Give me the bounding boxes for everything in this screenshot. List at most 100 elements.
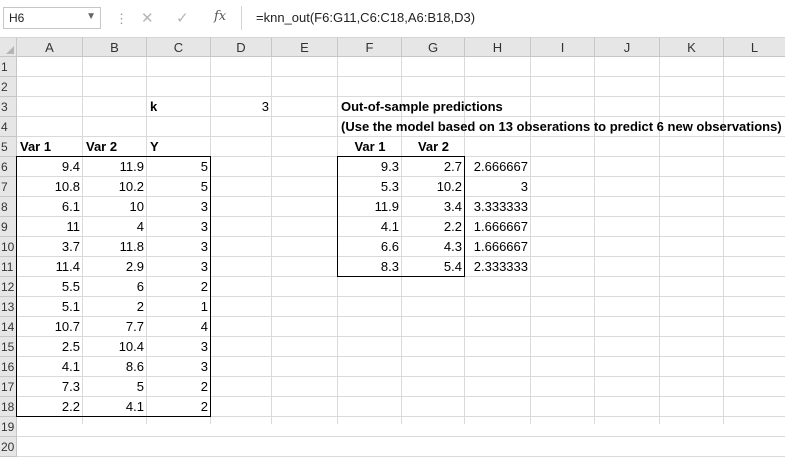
- enter-icon[interactable]: ✓: [176, 9, 189, 27]
- prediction-header-2[interactable]: Var 2: [402, 137, 465, 157]
- training-cell[interactable]: 2: [147, 397, 211, 417]
- training-cell[interactable]: 2: [147, 277, 211, 297]
- cell-d3-k-value[interactable]: 3: [211, 97, 272, 117]
- cell-c3-k-label[interactable]: k: [147, 97, 211, 117]
- column-header-h[interactable]: H: [465, 38, 531, 57]
- training-cell[interactable]: 3: [147, 237, 211, 257]
- prediction-output-cell[interactable]: 3: [465, 177, 531, 197]
- training-cell[interactable]: 2.2: [17, 397, 83, 417]
- training-cell[interactable]: 2.5: [17, 337, 83, 357]
- row-header-9[interactable]: 9: [0, 217, 17, 237]
- prediction-input-cell[interactable]: 11.9: [338, 197, 402, 217]
- row-header-16[interactable]: 16: [0, 357, 17, 377]
- row-header-1[interactable]: 1: [0, 57, 17, 77]
- cell-f3-title[interactable]: Out-of-sample predictions: [338, 97, 785, 117]
- select-all-corner[interactable]: [0, 38, 17, 57]
- training-cell[interactable]: 3: [147, 197, 211, 217]
- training-cell[interactable]: 5: [83, 377, 147, 397]
- training-cell[interactable]: 7.3: [17, 377, 83, 397]
- training-cell[interactable]: 10.8: [17, 177, 83, 197]
- prediction-output-cell[interactable]: 1.666667: [465, 237, 531, 257]
- prediction-input-cell[interactable]: 8.3: [338, 257, 402, 277]
- column-header-a[interactable]: A: [17, 38, 83, 57]
- training-cell[interactable]: 10.7: [17, 317, 83, 337]
- training-cell[interactable]: 3: [147, 337, 211, 357]
- prediction-input-cell[interactable]: 5.4: [402, 257, 465, 277]
- training-cell[interactable]: 4.1: [17, 357, 83, 377]
- training-cell[interactable]: 9.4: [17, 157, 83, 177]
- training-cell[interactable]: 11.8: [83, 237, 147, 257]
- column-header-i[interactable]: I: [531, 38, 595, 57]
- prediction-header-1[interactable]: Var 1: [338, 137, 402, 157]
- chevron-down-icon[interactable]: ▼: [86, 11, 96, 22]
- column-header-c[interactable]: C: [147, 38, 211, 57]
- training-cell[interactable]: 11: [17, 217, 83, 237]
- prediction-input-cell[interactable]: 2.7: [402, 157, 465, 177]
- prediction-input-cell[interactable]: 6.6: [338, 237, 402, 257]
- training-cell[interactable]: 3: [147, 217, 211, 237]
- training-cell[interactable]: 5.1: [17, 297, 83, 317]
- row-header-18[interactable]: 18: [0, 397, 17, 417]
- row-header-5[interactable]: 5: [0, 137, 17, 157]
- row-header-13[interactable]: 13: [0, 297, 17, 317]
- row-header-8[interactable]: 8: [0, 197, 17, 217]
- training-cell[interactable]: 4.1: [83, 397, 147, 417]
- training-cell[interactable]: 4: [147, 317, 211, 337]
- prediction-input-cell[interactable]: 10.2: [402, 177, 465, 197]
- training-header-1[interactable]: Var 1: [17, 137, 83, 157]
- row-header-7[interactable]: 7: [0, 177, 17, 197]
- prediction-output-cell[interactable]: 1.666667: [465, 217, 531, 237]
- training-cell[interactable]: 10: [83, 197, 147, 217]
- training-cell[interactable]: 5: [147, 157, 211, 177]
- row-header-15[interactable]: 15: [0, 337, 17, 357]
- training-cell[interactable]: 3.7: [17, 237, 83, 257]
- training-cell[interactable]: 2: [147, 377, 211, 397]
- training-header-3[interactable]: Y: [147, 137, 211, 157]
- column-header-k[interactable]: K: [660, 38, 724, 57]
- prediction-input-cell[interactable]: 9.3: [338, 157, 402, 177]
- column-header-d[interactable]: D: [211, 38, 272, 57]
- prediction-input-cell[interactable]: 2.2: [402, 217, 465, 237]
- row-header-2[interactable]: 2: [0, 77, 17, 97]
- training-cell[interactable]: 10.2: [83, 177, 147, 197]
- row-header-6[interactable]: 6: [0, 157, 17, 177]
- row-header-11[interactable]: 11: [0, 257, 17, 277]
- training-cell[interactable]: 5.5: [17, 277, 83, 297]
- column-header-f[interactable]: F: [338, 38, 402, 57]
- insert-function-icon[interactable]: fx: [214, 9, 226, 24]
- training-cell[interactable]: 5: [147, 177, 211, 197]
- training-cell[interactable]: 6.1: [17, 197, 83, 217]
- prediction-output-cell[interactable]: 2.333333: [465, 257, 531, 277]
- training-cell[interactable]: 1: [147, 297, 211, 317]
- training-cell[interactable]: 2.9: [83, 257, 147, 277]
- training-cell[interactable]: 11.9: [83, 157, 147, 177]
- formula-input[interactable]: =knn_out(F6:G11,C6:C18,A6:B18,D3): [241, 6, 781, 30]
- prediction-input-cell[interactable]: 4.3: [402, 237, 465, 257]
- column-header-g[interactable]: G: [402, 38, 465, 57]
- training-cell[interactable]: 10.4: [83, 337, 147, 357]
- row-header-12[interactable]: 12: [0, 277, 17, 297]
- prediction-input-cell[interactable]: 3.4: [402, 197, 465, 217]
- prediction-output-cell[interactable]: 2.666667: [465, 157, 531, 177]
- drag-handle-icon[interactable]: ⋮: [115, 11, 128, 27]
- row-header-17[interactable]: 17: [0, 377, 17, 397]
- worksheet-grid[interactable]: ABCDEFGHIJKL 1 2 3 4 5 6 7 8 9 10 11 12 13 14 15 16 17 18…: [0, 38, 785, 457]
- training-cell[interactable]: 8.6: [83, 357, 147, 377]
- row-header-14[interactable]: 14: [0, 317, 17, 337]
- prediction-output-cell[interactable]: 3.333333: [465, 197, 531, 217]
- cancel-icon[interactable]: ✕: [141, 9, 154, 27]
- row-header-20[interactable]: 20: [0, 437, 17, 457]
- training-cell[interactable]: 6: [83, 277, 147, 297]
- training-cell[interactable]: 3: [147, 257, 211, 277]
- training-cell[interactable]: 4: [83, 217, 147, 237]
- column-header-b[interactable]: B: [83, 38, 147, 57]
- column-header-j[interactable]: J: [595, 38, 660, 57]
- row-header-4[interactable]: 4: [0, 117, 17, 137]
- training-cell[interactable]: 2: [83, 297, 147, 317]
- training-cell[interactable]: 3: [147, 357, 211, 377]
- prediction-input-cell[interactable]: 4.1: [338, 217, 402, 237]
- row-header-19[interactable]: 19: [0, 417, 17, 437]
- training-cell[interactable]: 7.7: [83, 317, 147, 337]
- row-header-10[interactable]: 10: [0, 237, 17, 257]
- column-header-l[interactable]: L: [724, 38, 785, 57]
